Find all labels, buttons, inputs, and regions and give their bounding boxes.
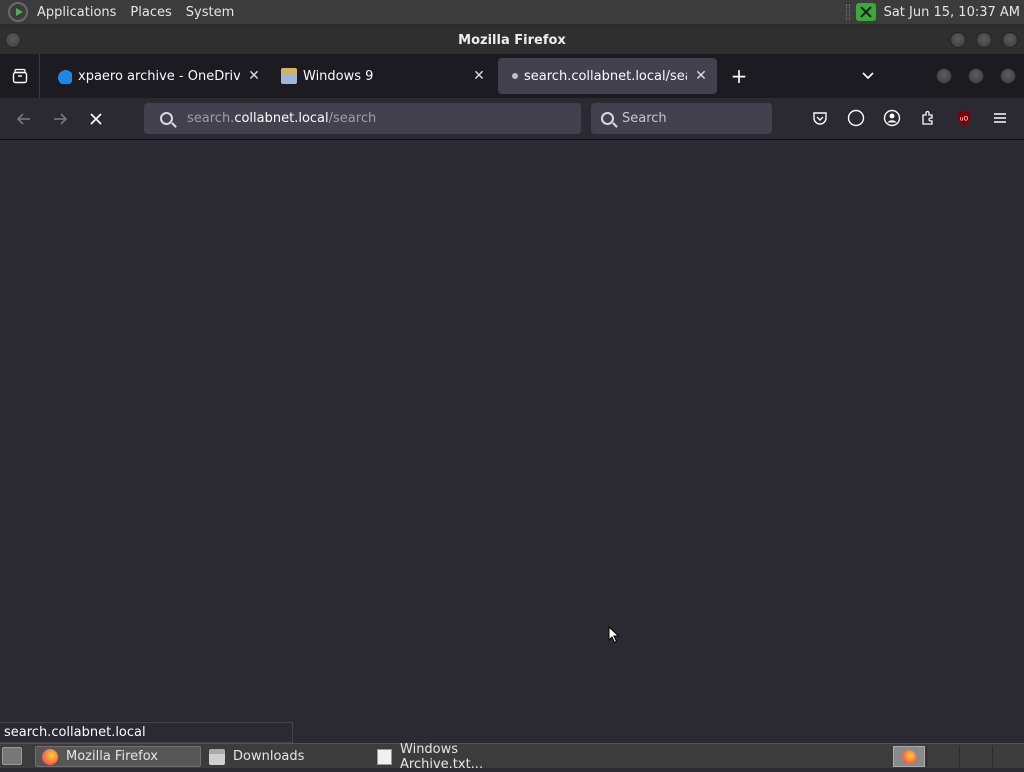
circle-icon <box>847 109 865 127</box>
workspace-1-button[interactable] <box>893 746 925 767</box>
tab-title: Windows 9 <box>303 68 374 84</box>
menu-applications[interactable]: Applications <box>30 5 123 20</box>
back-button[interactable] <box>10 105 38 133</box>
close-tab-icon[interactable]: ✕ <box>246 68 262 84</box>
puzzle-piece-icon <box>922 110 933 125</box>
close-x-icon <box>90 113 102 125</box>
link-status-tooltip: search.collabnet.local <box>0 722 293 743</box>
tab-windows-9[interactable]: Windows 9 ✕ <box>273 58 495 94</box>
minimize-window-button[interactable] <box>950 32 966 48</box>
firefox-view-button[interactable] <box>0 54 40 98</box>
tab-title: xpaero archive - OneDrive <box>78 68 240 84</box>
url-host: collabnet.local <box>234 111 329 126</box>
loading-dot-icon <box>512 73 518 79</box>
tabbar-maximize-button[interactable] <box>968 68 984 84</box>
hamburger-menu-icon <box>994 113 1006 123</box>
show-desktop-icon[interactable] <box>2 747 22 765</box>
close-tab-icon[interactable]: ✕ <box>693 68 709 84</box>
list-all-tabs-button[interactable] <box>858 66 878 86</box>
mouse-pointer-icon <box>608 626 620 644</box>
tab-strip: xpaero archive - OneDrive ✕ Windows 9 ✕ … <box>0 54 1024 98</box>
network-status-icon[interactable] <box>855 3 876 21</box>
navigation-toolbar: search.collabnet.local/search Search uO <box>0 98 1024 140</box>
taskbar-item-windows-archive[interactable]: Windows Archive.txt... <box>371 742 541 772</box>
taskbar-item-firefox[interactable]: Mozilla Firefox <box>35 746 201 767</box>
system-top-panel: Applications Places System Sat Jun 15, 1… <box>0 0 1024 25</box>
text-editor-icon <box>377 748 393 765</box>
tab-search-collabnet[interactable]: search.collabnet.local/search ✕ <box>498 58 717 94</box>
window-menu-icon[interactable] <box>5 32 21 48</box>
forward-button[interactable] <box>46 105 74 133</box>
new-tab-button[interactable]: + <box>728 66 750 86</box>
ublock-origin-button[interactable]: uO <box>954 108 974 128</box>
folder-icon <box>281 68 297 84</box>
menu-places[interactable]: Places <box>123 5 178 20</box>
account-icon <box>883 109 901 127</box>
firefox-icon <box>902 749 916 764</box>
panel-grip-handle <box>845 4 850 20</box>
taskbar-item-label: Windows Archive.txt... <box>400 741 484 772</box>
url-path: /search <box>328 111 377 126</box>
bottom-taskbar: Mozilla Firefox Downloads Windows Archiv… <box>0 742 1024 772</box>
stop-loading-button[interactable] <box>82 105 110 133</box>
firefox-icon <box>42 748 58 765</box>
app-menu-button[interactable] <box>990 108 1010 128</box>
ublock-shield-icon: uO <box>958 110 970 126</box>
search-icon <box>160 112 173 125</box>
pocket-icon <box>813 112 827 125</box>
chevron-down-icon <box>862 72 874 80</box>
workspace-3-button[interactable] <box>959 746 991 767</box>
taskbar-item-downloads[interactable]: Downloads <box>203 746 369 767</box>
onedrive-cloud-icon <box>56 68 72 84</box>
account-button[interactable] <box>882 108 902 128</box>
close-window-button[interactable] <box>1002 32 1018 48</box>
tab-title: search.collabnet.local/search <box>524 68 687 84</box>
menu-system[interactable]: System <box>179 5 241 20</box>
tabbar-minimize-button[interactable] <box>936 68 952 84</box>
folder-icon <box>209 748 225 765</box>
page-content-area[interactable] <box>0 141 1024 742</box>
firefox-view-icon <box>12 68 27 84</box>
search-icon <box>601 112 614 125</box>
arrow-left-icon <box>16 113 30 125</box>
extensions-button[interactable] <box>918 108 938 128</box>
circle-extension-button[interactable] <box>846 108 866 128</box>
os-menu-logo-icon[interactable] <box>8 2 28 22</box>
workspace-4-button[interactable] <box>992 746 1024 767</box>
url-text[interactable]: search.collabnet.local/search <box>187 111 376 126</box>
url-bar[interactable]: search.collabnet.local/search <box>144 103 581 134</box>
svg-text:uO: uO <box>960 116 969 123</box>
taskbar-item-label: Downloads <box>233 749 305 764</box>
url-subdomain: search. <box>187 111 235 126</box>
window-title: Mozilla Firefox <box>458 32 566 48</box>
workspace-2-button[interactable] <box>926 746 958 767</box>
taskbar-item-label: Mozilla Firefox <box>66 749 158 764</box>
arrow-right-icon <box>54 113 68 125</box>
tab-onedrive[interactable]: xpaero archive - OneDrive ✕ <box>48 58 270 94</box>
search-bar[interactable]: Search <box>591 103 772 134</box>
close-tab-icon[interactable]: ✕ <box>471 68 487 84</box>
panel-clock[interactable]: Sat Jun 15, 10:37 AM <box>884 5 1024 20</box>
search-placeholder: Search <box>622 111 667 126</box>
maximize-window-button[interactable] <box>976 32 992 48</box>
window-titlebar[interactable]: Mozilla Firefox <box>0 26 1024 54</box>
tabbar-close-button[interactable] <box>1000 68 1016 84</box>
pocket-button[interactable] <box>810 108 830 128</box>
